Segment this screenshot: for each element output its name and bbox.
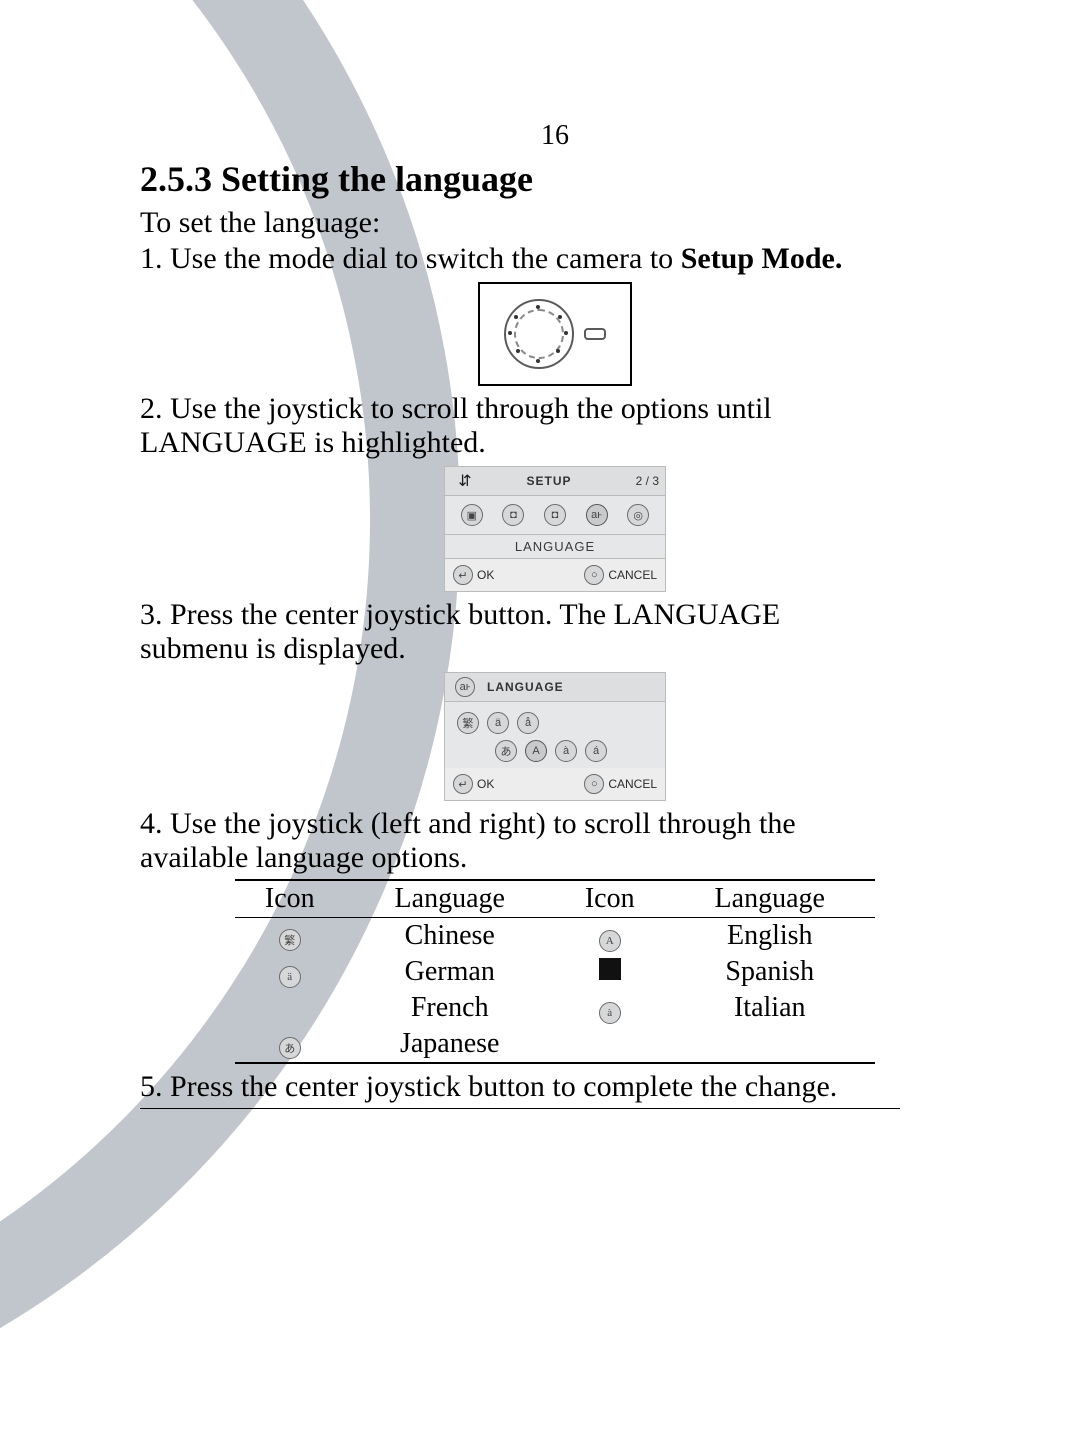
chinese-label: Chinese xyxy=(345,918,555,955)
table-header-icon-1: Icon xyxy=(235,880,345,918)
language-options-row2: あ A à á xyxy=(445,740,665,768)
step-1-bold: Setup Mode. xyxy=(681,242,843,275)
section-heading: 2.5.3 Setting the language xyxy=(140,158,970,200)
bottom-rule xyxy=(140,1108,900,1109)
lang-option-italian-icon: á xyxy=(585,740,607,762)
language-header-icon: aⱶ xyxy=(455,677,475,697)
mode-dial-illustration xyxy=(478,282,632,386)
step-1-number: 1. xyxy=(140,242,163,275)
spanish-label: Spanish xyxy=(665,954,876,990)
italian-label: Italian xyxy=(665,990,876,1026)
step-3: 3. Press the center joystick button. The… xyxy=(140,598,970,801)
intro-text: To set the language: xyxy=(140,206,970,240)
french-icon-cell xyxy=(235,990,345,1026)
table-header-language-1: Language xyxy=(345,880,555,918)
setup-option-language-icon: aⱶ xyxy=(586,504,608,526)
mode-dial-icon xyxy=(504,299,574,369)
table-row: あ Japanese xyxy=(235,1026,875,1063)
cancel-button-icon: ○ xyxy=(584,774,604,794)
table-row: 繁 Chinese A English xyxy=(235,918,875,955)
ok-button-icon: ↵ xyxy=(453,774,473,794)
language-footer: ↵ OK ○ CANCEL xyxy=(445,768,665,800)
cancel-label: CANCEL xyxy=(608,777,657,791)
french-label: French xyxy=(345,990,555,1026)
step-2: 2. Use the joystick to scroll through th… xyxy=(140,392,970,592)
setup-screen: ⇵ SETUP 2 / 3 ▣ ◘ ◘ aⱶ ◎ LANGUAGE ↵ xyxy=(444,466,666,592)
setup-option-1-icon: ▣ xyxy=(461,504,483,526)
figure-language-screen: aⱶ LANGUAGE 繁 ä å あ A à á xyxy=(140,672,970,801)
figure-mode-dial xyxy=(140,282,970,386)
language-header: aⱶ LANGUAGE xyxy=(445,673,665,702)
step-5-number: 5. xyxy=(140,1070,163,1103)
cancel-label: CANCEL xyxy=(608,568,657,582)
setup-footer: ↵ OK ○ CANCEL xyxy=(445,559,665,591)
step-4: 4. Use the joystick (left and right) to … xyxy=(140,807,970,1064)
step-4-text-a: Use the joystick (left and right) to scr… xyxy=(170,807,796,840)
step-4-text-b: available language options. xyxy=(140,841,970,875)
step-1: 1. Use the mode dial to switch the camer… xyxy=(140,242,970,386)
lang-option-spanish-icon: à xyxy=(555,740,577,762)
step-1-text: Use the mode dial to switch the camera t… xyxy=(170,242,681,275)
language-title: LANGUAGE xyxy=(479,680,619,694)
ok-button-icon: ↵ xyxy=(453,565,473,585)
table-row: French à Italian xyxy=(235,990,875,1026)
lang-option-french-icon: å xyxy=(517,712,539,734)
setup-header: ⇵ SETUP 2 / 3 xyxy=(445,467,665,496)
setup-option-5-icon: ◎ xyxy=(627,504,649,526)
step-5: 5. Press the center joystick button to c… xyxy=(140,1070,970,1109)
step-5-text: Press the center joystick button to comp… xyxy=(170,1070,837,1103)
page-number: 16 xyxy=(140,120,970,152)
step-3-text-a: Press the center joystick button. The LA… xyxy=(170,598,780,631)
page-content: 16 2.5.3 Setting the language To set the… xyxy=(0,0,1080,1175)
lang-option-japanese-icon: あ xyxy=(495,740,517,762)
english-icon: A xyxy=(599,930,621,952)
spanish-icon xyxy=(599,958,621,980)
section-title: Setting the language xyxy=(221,159,533,199)
step-2-text-a: Use the joystick to scroll through the o… xyxy=(170,392,772,425)
english-label: English xyxy=(665,918,876,955)
ok-label: OK xyxy=(477,777,494,791)
lang-option-english-icon: A xyxy=(525,740,547,762)
table-header-row: Icon Language Icon Language xyxy=(235,880,875,918)
setup-counter: 2 / 3 xyxy=(619,474,659,488)
german-icon: ä xyxy=(279,966,301,988)
japanese-label: Japanese xyxy=(345,1026,555,1063)
mode-indicator-icon xyxy=(584,328,606,340)
chinese-icon: 繁 xyxy=(279,929,301,951)
step-4-number: 4. xyxy=(140,807,163,840)
step-3-number: 3. xyxy=(140,598,163,631)
steps-list: 1. Use the mode dial to switch the camer… xyxy=(140,242,970,1109)
setup-option-3-icon: ◘ xyxy=(544,504,566,526)
japanese-icon: あ xyxy=(279,1037,301,1059)
section-number: 2.5.3 xyxy=(140,159,212,199)
lang-option-german-icon: ä xyxy=(487,712,509,734)
language-table: Icon Language Icon Language 繁 Chinese A … xyxy=(235,879,875,1064)
step-2-number: 2. xyxy=(140,392,163,425)
table-header-icon-2: Icon xyxy=(555,880,665,918)
step-2-text-b: LANGUAGE is highlighted. xyxy=(140,426,970,460)
language-screen: aⱶ LANGUAGE 繁 ä å あ A à á xyxy=(444,672,666,801)
table-row: ä German Spanish xyxy=(235,954,875,990)
setup-options-row: ▣ ◘ ◘ aⱶ ◎ xyxy=(445,496,665,535)
setup-language-label: LANGUAGE xyxy=(445,535,665,559)
setup-option-2-icon: ◘ xyxy=(502,504,524,526)
tools-icon: ⇵ xyxy=(451,471,479,491)
italian-icon: à xyxy=(599,1002,621,1024)
ok-label: OK xyxy=(477,568,494,582)
german-label: German xyxy=(345,954,555,990)
language-options-row1: 繁 ä å xyxy=(445,702,665,740)
table-header-language-2: Language xyxy=(665,880,876,918)
lang-option-chinese-icon: 繁 xyxy=(457,712,479,734)
cancel-button-icon: ○ xyxy=(584,565,604,585)
language-table-wrap: Icon Language Icon Language 繁 Chinese A … xyxy=(140,879,970,1064)
figure-setup-screen: ⇵ SETUP 2 / 3 ▣ ◘ ◘ aⱶ ◎ LANGUAGE ↵ xyxy=(140,466,970,592)
setup-title: SETUP xyxy=(479,474,619,488)
step-3-text-b: submenu is displayed. xyxy=(140,632,970,666)
